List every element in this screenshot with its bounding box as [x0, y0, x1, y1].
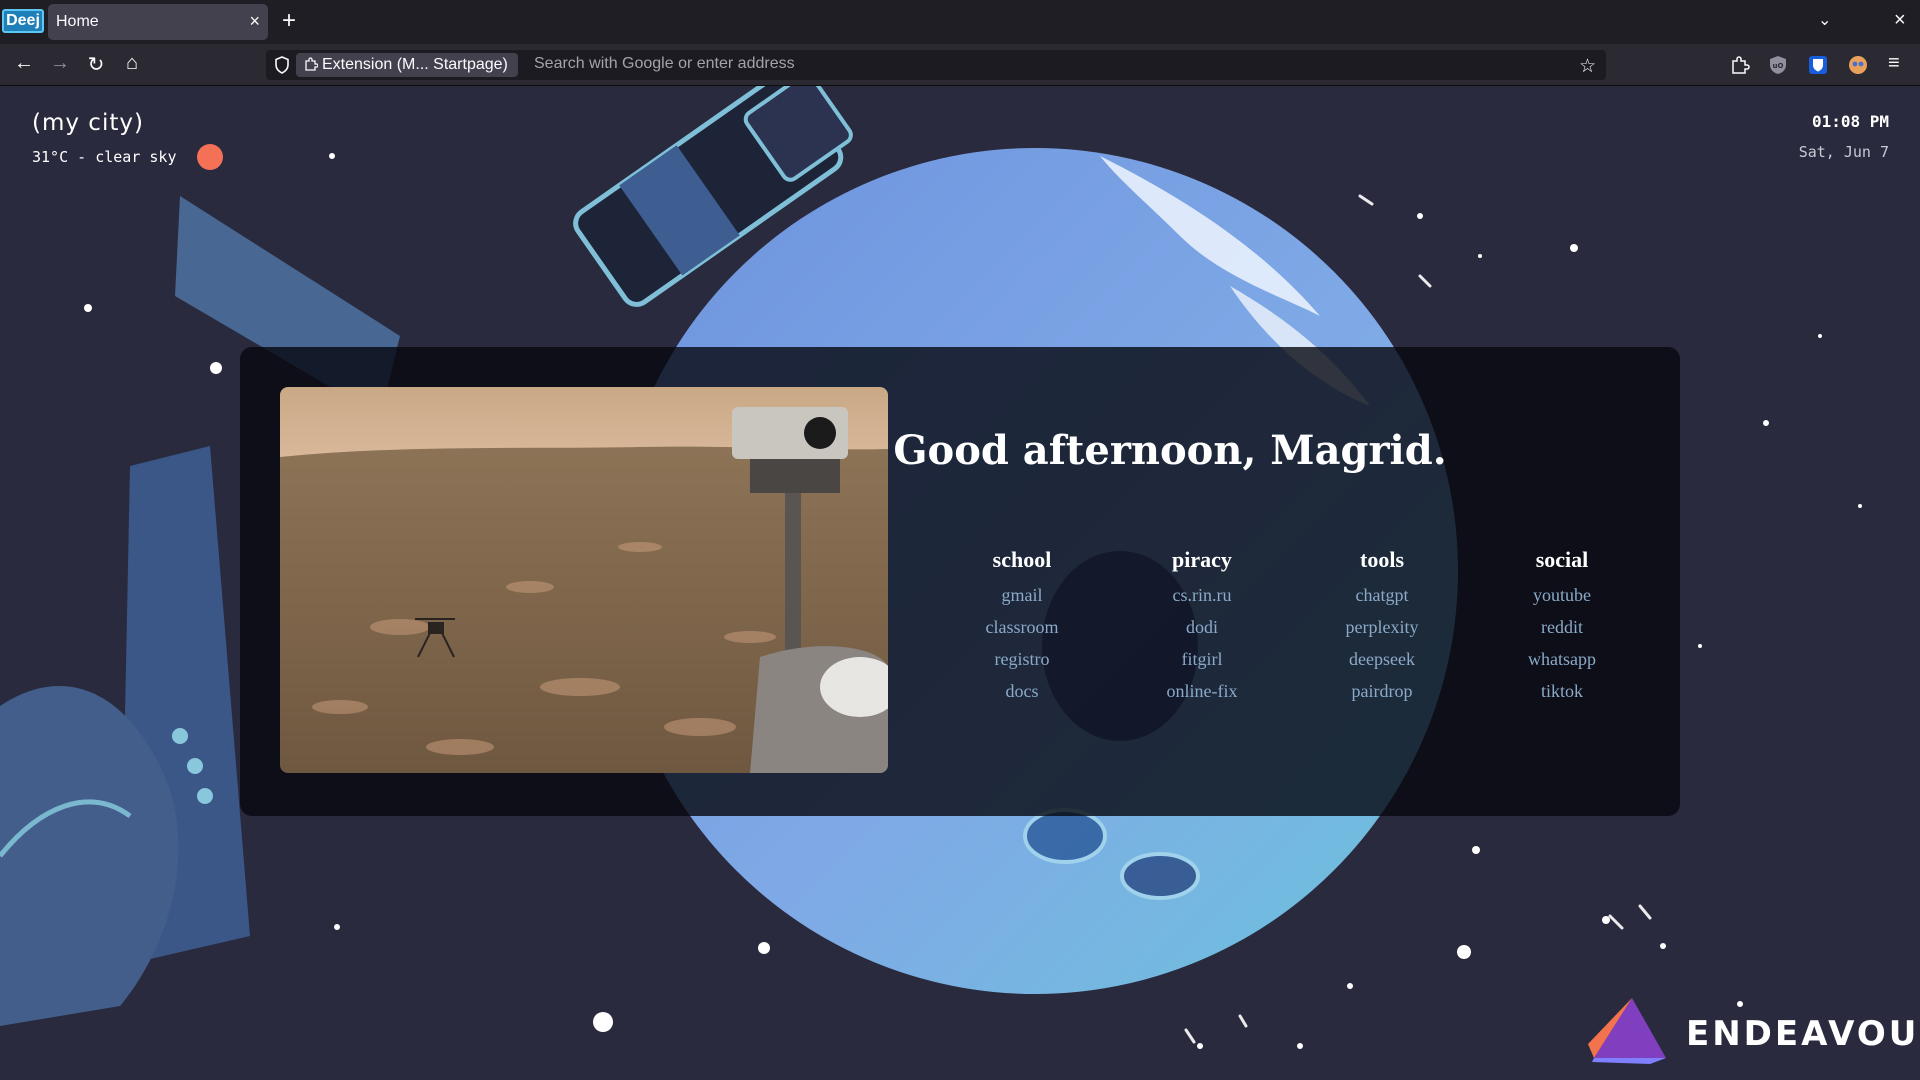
puzzle-icon [305, 57, 318, 71]
bookmark-column-tools: tools chatgpt perplexity deepseek pairdr… [1292, 547, 1472, 707]
brand-name-main: ENDEAVOUR [1686, 1014, 1920, 1054]
link-dodi[interactable]: dodi [1112, 611, 1292, 643]
tab-bar: Deej Home × + ⌄ × [0, 0, 1920, 44]
extensions-puzzle-icon[interactable] [1730, 55, 1750, 75]
mars-rover-photo [280, 387, 888, 773]
list-tabs-chevron-icon[interactable]: ⌄ [1818, 10, 1831, 30]
weather-conditions: 31°C - clear sky [32, 148, 177, 166]
startpage-card: Good afternoon, Magrid. school gmail cla… [240, 347, 1680, 816]
endeavouros-logo-icon [1588, 998, 1666, 1064]
link-youtube[interactable]: youtube [1472, 579, 1652, 611]
column-heading: school [992, 547, 1052, 572]
link-online-fix[interactable]: online-fix [1112, 675, 1292, 707]
tab-home[interactable]: Home × [48, 4, 268, 40]
back-button[interactable]: ← [11, 52, 37, 75]
link-deepseek[interactable]: deepseek [1292, 643, 1472, 675]
bookmark-column-social: social youtube reddit whatsapp tiktok [1472, 547, 1652, 707]
column-heading: piracy [1172, 547, 1232, 572]
link-reddit[interactable]: reddit [1472, 611, 1652, 643]
link-perplexity[interactable]: perplexity [1292, 611, 1472, 643]
link-docs[interactable]: docs [932, 675, 1112, 707]
bookmark-columns: school gmail classroom registro docs pir… [932, 547, 1652, 707]
new-tab-button[interactable]: + [282, 8, 296, 34]
clock-time: 01:08 PM [1811, 112, 1889, 131]
forward-button[interactable]: → [47, 52, 73, 75]
link-whatsapp[interactable]: whatsapp [1472, 643, 1652, 675]
bookmark-column-piracy: piracy cs.rin.ru dodi fitgirl online-fix [1112, 547, 1292, 707]
extension-identity-label: Extension (M... Startpage) [322, 56, 508, 73]
link-tiktok[interactable]: tiktok [1472, 675, 1652, 707]
link-classroom[interactable]: classroom [932, 611, 1112, 643]
clock-widget: 01:08 PM Sat, Jun 7 [1799, 112, 1889, 161]
link-cs-rin-ru[interactable]: cs.rin.ru [1112, 579, 1292, 611]
sun-icon [196, 144, 223, 170]
startpage: (my city) 31°C - clear sky 01:08 PM Sat,… [0, 86, 1920, 1080]
reload-button[interactable]: ↻ [83, 52, 109, 77]
link-pairdrop[interactable]: pairdrop [1292, 675, 1472, 707]
close-tab-icon[interactable]: × [249, 11, 260, 32]
address-input[interactable] [534, 55, 1534, 73]
column-heading: tools [1360, 547, 1404, 572]
weather-widget: (my city) 31°C - clear sky [32, 110, 223, 170]
navigation-toolbar: ← → ↻ ⌂ Extension (M... Startpage) ☆ uO … [0, 44, 1920, 86]
bitwarden-icon[interactable] [1808, 55, 1828, 75]
profile-badge[interactable]: Deej [2, 9, 44, 33]
weather-city: (my city) [32, 110, 144, 136]
column-heading: social [1535, 547, 1589, 572]
link-registro[interactable]: registro [932, 643, 1112, 675]
app-menu-icon[interactable]: ≡ [1888, 52, 1908, 74]
link-chatgpt[interactable]: chatgpt [1292, 579, 1472, 611]
account-avatar-icon[interactable] [1848, 55, 1868, 75]
svg-text:uO: uO [1773, 62, 1784, 70]
home-button[interactable]: ⌂ [119, 52, 145, 75]
greeting-title: Good afternoon, Magrid. [893, 427, 1447, 474]
url-bar[interactable]: Extension (M... Startpage) ☆ [266, 50, 1606, 80]
extension-identity-chip[interactable]: Extension (M... Startpage) [296, 53, 518, 77]
tab-title: Home [56, 13, 99, 30]
link-fitgirl[interactable]: fitgirl [1112, 643, 1292, 675]
tracking-shield-icon[interactable] [274, 56, 290, 74]
weather-conditions-row: 31°C - clear sky [32, 144, 223, 170]
ublock-origin-icon[interactable]: uO [1768, 55, 1788, 75]
window-close-icon[interactable]: × [1894, 9, 1906, 32]
bookmark-star-icon[interactable]: ☆ [1579, 55, 1596, 78]
bookmark-column-school: school gmail classroom registro docs [932, 547, 1112, 707]
endeavouros-wordmark: ENDEAVOUROS [1686, 1014, 1920, 1054]
link-gmail[interactable]: gmail [932, 579, 1112, 611]
clock-date: Sat, Jun 7 [1798, 143, 1889, 161]
